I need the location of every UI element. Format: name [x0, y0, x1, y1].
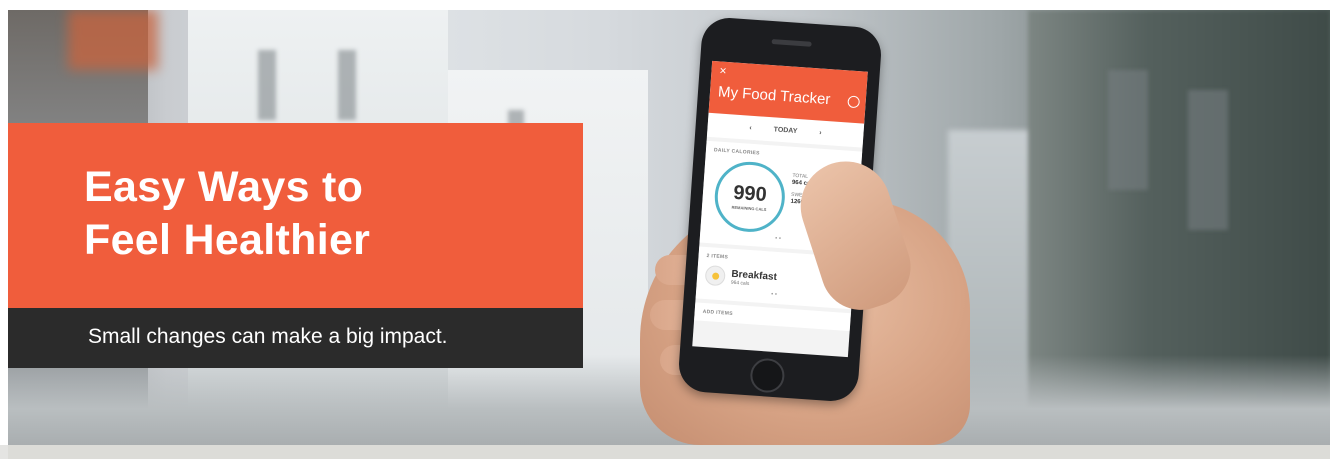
headline-line-1: Easy Ways to [84, 163, 364, 211]
background-orange-sign [68, 10, 158, 70]
footer-band [0, 445, 1330, 459]
ellipsis-circle-icon [847, 95, 861, 109]
headline-line-2: Feel Healthier [84, 216, 371, 264]
calorie-ring: 990 REMAINING CALS [712, 159, 788, 235]
close-icon: × [719, 63, 728, 78]
add-items-label: ADD ITEMS [702, 308, 734, 317]
remaining-calories-label: REMAINING CALS [731, 204, 767, 213]
remaining-calories-value: 990 [732, 181, 768, 207]
breakfast-plate-icon [704, 264, 726, 287]
home-button [749, 357, 786, 394]
headline-box: Easy Ways to Feel Healthier [8, 123, 583, 308]
app-title: My Food Tracker [717, 83, 831, 109]
background-window [1188, 90, 1228, 230]
subtitle: Small changes can make a big impact. [88, 325, 448, 348]
daily-calories-label: DAILY CALORIES [713, 147, 760, 157]
subtitle-box: Small changes can make a big impact. [8, 308, 583, 368]
background-window [338, 50, 356, 120]
footer-band-inner [8, 445, 1330, 459]
chevron-right-icon: › [819, 129, 822, 137]
date-label: TODAY [773, 125, 798, 135]
chevron-left-icon: ‹ [749, 124, 752, 132]
app-header: × My Food Tracker [708, 60, 868, 124]
background-window [1108, 70, 1148, 190]
phone-speaker [771, 39, 812, 47]
background-window [258, 50, 276, 120]
